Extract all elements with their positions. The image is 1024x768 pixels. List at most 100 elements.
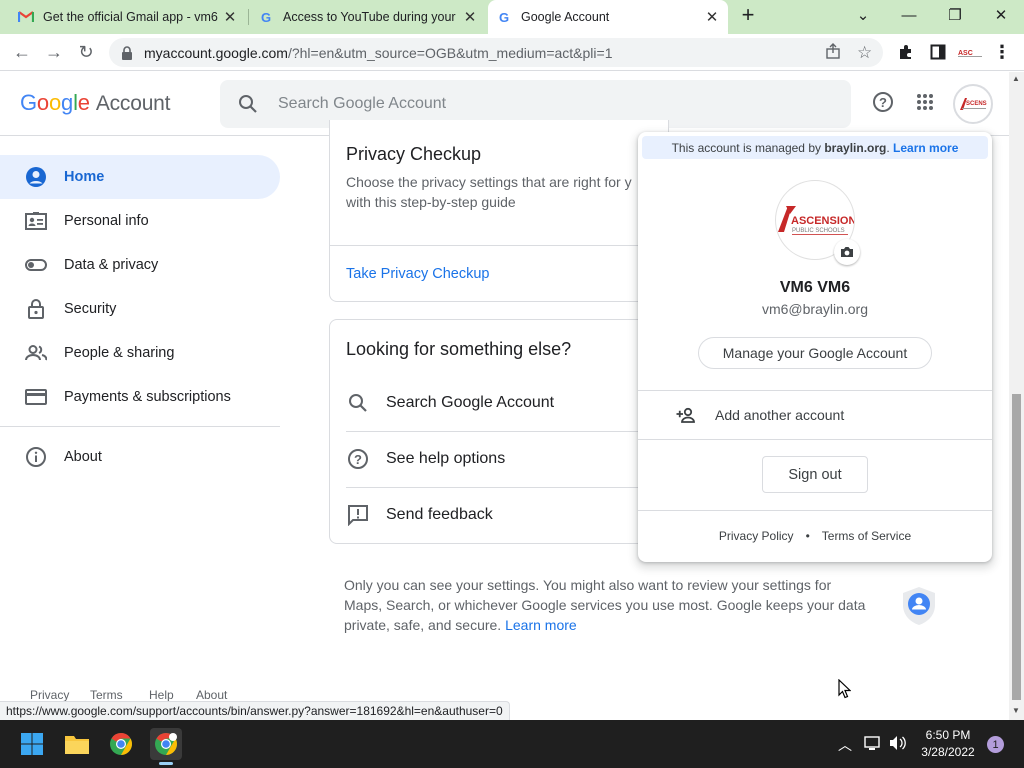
clock-time: 6:50 PM	[925, 728, 971, 742]
reload-icon: ↻	[78, 41, 94, 62]
lock-icon	[24, 297, 48, 321]
sidebar-item-people-sharing[interactable]: People & sharing	[0, 331, 280, 375]
looking-else-card: Looking for something else? Search Googl…	[329, 319, 669, 544]
windows-logo-icon	[21, 733, 43, 755]
url-host: myaccount.google.com	[144, 44, 288, 61]
search-icon	[238, 94, 258, 114]
file-explorer-button[interactable]	[61, 728, 93, 760]
network-icon[interactable]	[864, 735, 882, 756]
close-window-button[interactable]: ✕	[978, 0, 1024, 30]
profile-button[interactable]: ASC	[955, 37, 985, 67]
footer-privacy-link[interactable]: Privacy	[30, 688, 90, 702]
arrow-right-icon: →	[45, 41, 63, 62]
managed-dot: .	[886, 140, 890, 155]
add-person-icon	[676, 407, 696, 423]
close-icon[interactable]: ✕	[222, 9, 238, 26]
menu-button[interactable]: ⋮	[987, 37, 1017, 67]
system-clock[interactable]: 6:50 PM 3/28/2022	[914, 727, 982, 761]
sidebar-item-label: People & sharing	[64, 345, 175, 361]
reload-button[interactable]: ↻	[71, 37, 101, 67]
add-account-button[interactable]: Add another account	[638, 391, 992, 439]
browser-toolbar: ← → ↻ myaccount.google.com/?hl=en&utm_so…	[0, 34, 1024, 71]
tab-search-button[interactable]: ⌄	[840, 0, 886, 30]
sign-out-button[interactable]: Sign out	[762, 456, 868, 493]
chevron-down-icon: ⌄	[856, 7, 870, 24]
account-avatar-button[interactable]: SCENS	[953, 84, 993, 124]
minimize-button[interactable]: —	[886, 0, 932, 30]
start-button[interactable]	[16, 728, 48, 760]
ascension-logo-icon: ASC	[958, 50, 982, 57]
tab-separator	[248, 9, 249, 25]
manage-account-button[interactable]: Manage your Google Account	[698, 337, 932, 369]
extensions-button[interactable]	[891, 37, 921, 67]
forward-button[interactable]: →	[39, 37, 69, 67]
chevron-up-icon[interactable]: ︿	[838, 735, 852, 755]
sidebar-item-data-privacy[interactable]: Data & privacy	[0, 243, 280, 287]
sidebar-item-label: Personal info	[64, 213, 149, 229]
scroll-up-icon[interactable]: ▲	[1012, 74, 1020, 83]
account-name: VM6 VM6	[779, 279, 851, 296]
side-panel-button[interactable]	[923, 37, 953, 67]
help-options-row[interactable]: ? See help options	[346, 431, 646, 487]
mouse-cursor-icon	[838, 678, 852, 704]
back-button[interactable]: ←	[7, 37, 37, 67]
apps-button[interactable]	[913, 90, 937, 114]
add-account-label: Add another account	[715, 407, 845, 423]
managed-learn-more-link[interactable]: Learn more	[893, 141, 958, 155]
help-button[interactable]: ?	[871, 90, 895, 114]
share-icon[interactable]	[825, 43, 841, 62]
sidebar-divider	[0, 426, 280, 427]
sidebar-item-payments[interactable]: Payments & subscriptions	[0, 375, 280, 419]
managed-account-banner: This account is managed by braylin.org. …	[642, 136, 988, 159]
footer-help-link[interactable]: Help	[149, 688, 196, 702]
svg-text:ASC: ASC	[958, 50, 973, 57]
tab-google-account[interactable]: G Google Account ✕	[488, 0, 728, 34]
bookmark-star-icon[interactable]: ☆	[857, 43, 872, 63]
scrollbar-thumb[interactable]	[1012, 394, 1021, 700]
learn-more-link[interactable]: Learn more	[505, 617, 577, 633]
privacy-checkup-desc-2: with this step-by-step guide	[346, 194, 516, 210]
settings-note-line-1: Only you can see your settings. You migh…	[344, 577, 832, 593]
page-scrollbar[interactable]: ▲ ▼	[1009, 72, 1024, 720]
address-bar[interactable]: myaccount.google.com/?hl=en&utm_source=O…	[109, 38, 883, 67]
popup-footer: Privacy Policy • Terms of Service	[638, 529, 992, 543]
chrome-profile-taskbar-button[interactable]	[150, 728, 182, 765]
footer-about-link[interactable]: About	[196, 688, 227, 702]
take-privacy-checkup-link[interactable]: Take Privacy Checkup	[346, 266, 489, 282]
tab-gmail-app[interactable]: Get the official Gmail app - vm6@ ✕	[10, 0, 246, 34]
google-wordmark: Google	[20, 90, 90, 115]
feedback-icon	[346, 503, 370, 527]
search-input[interactable]	[278, 95, 778, 113]
sidebar-item-personal-info[interactable]: Personal info	[0, 199, 280, 243]
link-preview-status: https://www.google.com/support/accounts/…	[0, 701, 510, 720]
tab-youtube-access[interactable]: G Access to YouTube during your G ✕	[250, 0, 486, 34]
volume-icon[interactable]	[889, 735, 907, 756]
sidebar-item-security[interactable]: Security	[0, 287, 280, 331]
send-feedback-row[interactable]: Send feedback	[346, 487, 646, 543]
change-photo-button[interactable]	[834, 239, 860, 265]
chrome-taskbar-button[interactable]	[105, 728, 137, 760]
scroll-down-icon[interactable]: ▼	[1012, 706, 1020, 715]
search-account-row[interactable]: Search Google Account	[346, 375, 646, 431]
google-g-icon: G	[260, 9, 272, 25]
footer-separator: •	[805, 529, 810, 543]
ascension-logo-icon: SCENS	[960, 98, 987, 110]
terms-of-service-link[interactable]: Terms of Service	[822, 529, 911, 543]
notification-badge[interactable]: 1	[987, 736, 1004, 753]
google-account-logo[interactable]: Google Account	[20, 90, 170, 116]
row-label: Send feedback	[386, 506, 493, 523]
camera-icon	[841, 247, 853, 257]
help-icon: ?	[346, 447, 370, 471]
new-tab-button[interactable]: +	[726, 0, 770, 30]
minimize-icon: —	[901, 6, 917, 24]
privacy-policy-link[interactable]: Privacy Policy	[719, 529, 794, 543]
popup-divider	[638, 439, 992, 440]
close-icon[interactable]: ✕	[704, 9, 720, 26]
footer-terms-link[interactable]: Terms	[90, 688, 149, 702]
apps-grid-icon	[917, 94, 933, 110]
sidebar-item-about[interactable]: About	[0, 435, 280, 479]
close-icon: ✕	[994, 7, 1008, 24]
restore-button[interactable]: ❐	[932, 0, 978, 30]
close-icon[interactable]: ✕	[462, 9, 478, 26]
sidebar-item-home[interactable]: Home	[0, 155, 280, 199]
